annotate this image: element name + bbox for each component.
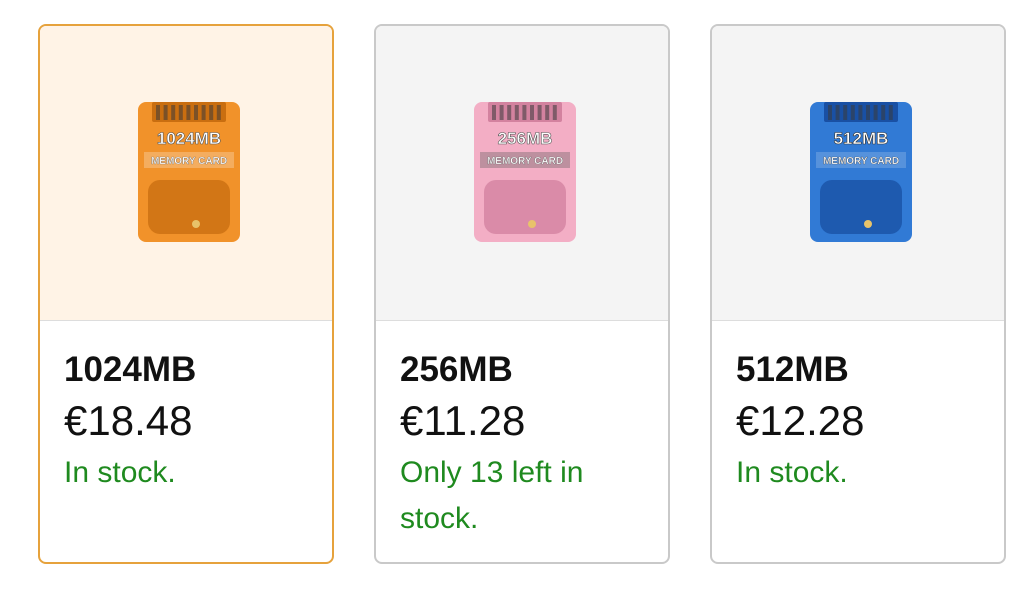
product-info: 1024MB €18.48 In stock. <box>64 348 314 496</box>
memory-card-image: 512MB MEMORY CARD <box>810 102 912 242</box>
variant-card-512mb[interactable]: 512MB MEMORY CARD 512MB €12.28 In stock. <box>710 24 1006 564</box>
product-info: 256MB €11.28 Only 13 left in stock. <box>400 348 650 542</box>
memory-card-graphic: 256MB MEMORY CARD <box>474 102 576 242</box>
variant-name: 256MB <box>400 350 513 389</box>
variant-card-256mb[interactable]: 256MB MEMORY CARD 256MB €11.28 Only 13 l… <box>374 24 670 564</box>
product-image-area: 1024MB MEMORY CARD <box>40 26 332 321</box>
svg-text:512MB: 512MB <box>834 129 889 148</box>
svg-text:MEMORY CARD: MEMORY CARD <box>823 156 899 167</box>
product-image-area: 512MB MEMORY CARD <box>712 26 1004 321</box>
memory-card-image: 256MB MEMORY CARD <box>474 102 576 242</box>
memory-card-graphic: 512MB MEMORY CARD <box>810 102 912 242</box>
stock-status: Only 13 left in stock. <box>400 456 584 535</box>
stock-status: In stock. <box>64 456 176 489</box>
memory-card-graphic: 1024MB MEMORY CARD <box>138 102 240 242</box>
variant-price: €18.48 <box>64 397 193 444</box>
svg-text:MEMORY CARD: MEMORY CARD <box>487 156 563 167</box>
variant-price: €11.28 <box>400 397 526 444</box>
memory-card-image: 1024MB MEMORY CARD <box>138 102 240 242</box>
product-variant-cards: 1024MB MEMORY CARD 1024MB €18.48 In stoc… <box>0 0 1024 590</box>
variant-name: 512MB <box>736 350 849 389</box>
product-image-area: 256MB MEMORY CARD <box>376 26 668 321</box>
product-info: 512MB €12.28 In stock. <box>736 348 986 496</box>
variant-card-1024mb[interactable]: 1024MB MEMORY CARD 1024MB €18.48 In stoc… <box>38 24 334 564</box>
svg-text:256MB: 256MB <box>498 129 553 148</box>
svg-text:MEMORY CARD: MEMORY CARD <box>151 156 227 167</box>
variant-name: 1024MB <box>64 350 197 389</box>
variant-price: €12.28 <box>736 397 865 444</box>
stock-status: In stock. <box>736 456 848 489</box>
svg-text:1024MB: 1024MB <box>157 129 221 148</box>
